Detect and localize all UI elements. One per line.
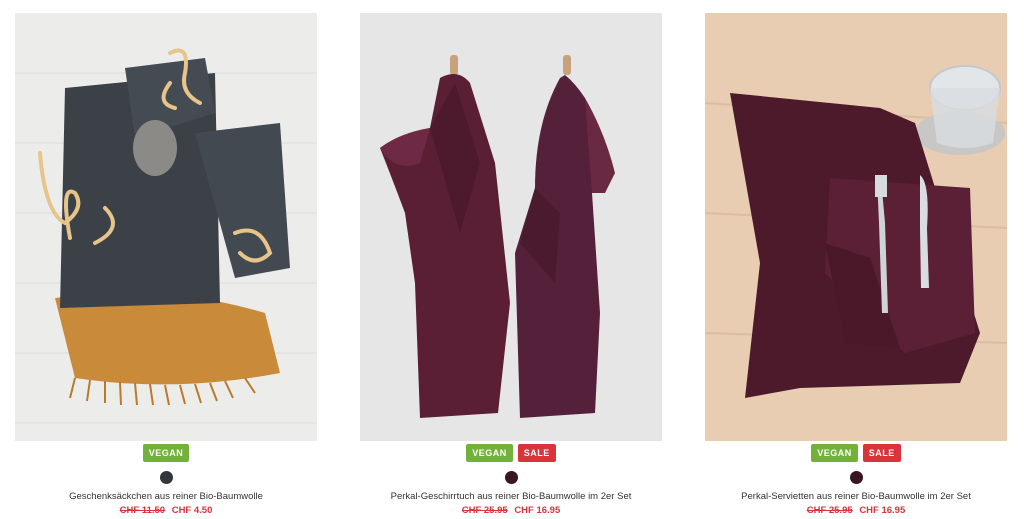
- old-price: CHF 25.95: [806, 505, 853, 516]
- badge-row: VEGAN: [15, 444, 317, 462]
- color-swatch[interactable]: [504, 471, 518, 484]
- product-name[interactable]: Geschenksäckchen aus reiner Bio-Baumwoll…: [15, 491, 317, 503]
- product-card[interactable]: VEGAN Geschenksäckchen aus reiner Bio-Ba…: [15, 13, 317, 517]
- product-price: CHF 25.95 CHF 16.95: [360, 504, 662, 517]
- vegan-badge: VEGAN: [811, 444, 858, 462]
- color-swatches: [15, 471, 317, 485]
- sale-price: CHF 16.95: [859, 505, 906, 516]
- badge-row: VEGAN SALE: [705, 444, 1007, 462]
- vegan-badge: VEGAN: [466, 444, 513, 462]
- sale-price: CHF 4.50: [171, 505, 213, 516]
- product-card[interactable]: VEGAN SALE Perkal-Servietten aus reiner …: [705, 13, 1007, 517]
- product-name[interactable]: Perkal-Servietten aus reiner Bio-Baumwol…: [705, 491, 1007, 503]
- sale-badge: SALE: [862, 444, 901, 462]
- color-swatch[interactable]: [849, 471, 863, 484]
- gift-bags-photo: [15, 13, 317, 441]
- product-name[interactable]: Perkal-Geschirrtuch aus reiner Bio-Baumw…: [360, 491, 662, 503]
- product-image[interactable]: [15, 13, 317, 441]
- old-price: CHF 11.50: [119, 505, 166, 516]
- product-image[interactable]: [360, 13, 662, 441]
- vegan-badge: VEGAN: [142, 444, 190, 462]
- color-swatches: [705, 471, 1007, 485]
- product-price: CHF 25.95 CHF 16.95: [705, 504, 1007, 517]
- badge-row: VEGAN SALE: [360, 444, 662, 462]
- napkins-photo: [705, 13, 1007, 441]
- sale-price: CHF 16.95: [514, 505, 561, 516]
- product-price: CHF 11.50 CHF 4.50: [15, 504, 317, 517]
- color-swatches: [360, 471, 662, 485]
- product-card[interactable]: VEGAN SALE Perkal-Geschirrtuch aus reine…: [360, 13, 662, 517]
- tea-towels-photo: [360, 13, 662, 441]
- product-image[interactable]: [705, 13, 1007, 441]
- color-swatch[interactable]: [159, 471, 173, 484]
- sale-badge: SALE: [517, 444, 556, 462]
- old-price: CHF 25.95: [461, 505, 508, 516]
